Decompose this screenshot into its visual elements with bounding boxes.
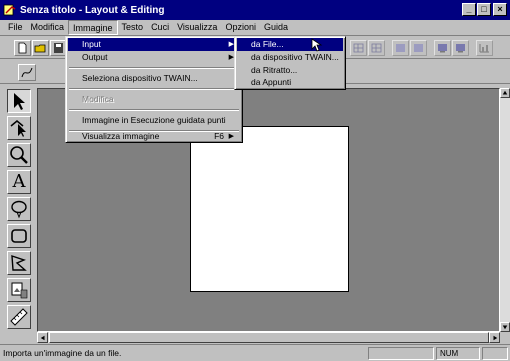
scroll-left-button[interactable]: [37, 332, 48, 343]
horizontal-scrollbar[interactable]: [37, 332, 500, 343]
toolbar-tool-1[interactable]: [350, 40, 367, 56]
arrow-down-icon: [502, 325, 508, 330]
curve-tool-button[interactable]: [18, 64, 36, 81]
node-edit-icon: [10, 120, 26, 137]
menu-separator: [69, 109, 239, 111]
menu-cuci[interactable]: Cuci: [147, 20, 173, 35]
monitor-icon: [438, 44, 447, 53]
menu-item-guided-points[interactable]: Immagine in Esecuzione guidata punti: [68, 114, 240, 127]
image-tool[interactable]: [7, 278, 31, 302]
arrow-left-icon: [40, 335, 44, 340]
menu-immagine[interactable]: Immagine: [68, 20, 118, 35]
curve-icon: [21, 67, 33, 78]
text-tool[interactable]: A: [7, 170, 31, 194]
toolbar-tool-3[interactable]: [392, 40, 409, 56]
window-title: Senza titolo - Layout & Editing: [20, 4, 165, 16]
menu-opzioni[interactable]: Opzioni: [221, 20, 260, 35]
zoom-icon: [10, 146, 28, 164]
menu-bar: File Modifica Immagine Testo Cuci Visual…: [0, 20, 510, 36]
menu-testo[interactable]: Testo: [118, 20, 148, 35]
rectangle-tool[interactable]: [7, 224, 31, 248]
app-icon: [3, 4, 16, 16]
menu-item-label: Output: [82, 52, 108, 62]
tool-palette: A: [7, 89, 35, 332]
menu-item-shortcut: F6: [214, 131, 224, 141]
menu-item-output[interactable]: Output ▶: [68, 51, 240, 64]
scroll-thumb[interactable]: [49, 332, 489, 343]
menu-modifica[interactable]: Modifica: [27, 20, 69, 35]
layout-icon: [396, 44, 405, 52]
menu-item-modifica: Modifica: [68, 93, 240, 106]
monitor-icon: [456, 44, 465, 53]
submenu-arrow-icon: ▶: [228, 133, 234, 140]
image-menu-dropdown: Input ▶ Output ▶ Seleziona dispositivo T…: [65, 36, 243, 143]
new-file-icon: [18, 42, 27, 54]
menu-item-label: Modifica: [82, 94, 114, 104]
scroll-right-button[interactable]: [489, 332, 500, 343]
toolbar-tool-5[interactable]: [434, 40, 451, 56]
menu-item-select-twain[interactable]: Seleziona dispositivo TWAIN...: [68, 72, 240, 85]
submenu-item-from-twain[interactable]: da dispositivo TWAIN...: [237, 51, 343, 64]
scroll-up-button[interactable]: [500, 88, 510, 98]
save-icon: [54, 43, 63, 53]
menu-item-label: Visualizza immagine: [82, 131, 160, 141]
toolbar-tool-6[interactable]: [452, 40, 469, 56]
menu-item-view-image[interactable]: Visualizza immagine F6 ▶: [68, 131, 240, 142]
ellipse-icon: [11, 200, 27, 219]
num-lock-indicator: NUM: [436, 347, 480, 360]
menu-item-label: da File...: [251, 39, 284, 49]
ruler-tool[interactable]: [7, 305, 31, 329]
submenu-item-from-file[interactable]: da File...: [237, 38, 343, 51]
node-edit-tool[interactable]: [7, 116, 31, 140]
menu-visualizza[interactable]: Visualizza: [173, 20, 221, 35]
status-panel-empty: [368, 347, 434, 360]
select-tool[interactable]: [7, 89, 31, 113]
toolbar-tool-4[interactable]: [410, 40, 427, 56]
menu-item-label: da dispositivo TWAIN...: [251, 52, 339, 62]
open-folder-icon: [34, 44, 46, 53]
select-arrow-icon: [14, 93, 25, 110]
menu-item-label: da Ritratto...: [251, 65, 298, 75]
ellipse-tool[interactable]: [7, 197, 31, 221]
grid-icon: [371, 43, 382, 53]
polygon-tool[interactable]: [7, 251, 31, 275]
toolbar-tool-2[interactable]: [368, 40, 385, 56]
maximize-button[interactable]: □: [477, 3, 491, 16]
status-message: Importa un'immagine da un file.: [3, 348, 122, 358]
menu-file[interactable]: File: [4, 20, 27, 35]
title-bar[interactable]: Senza titolo - Layout & Editing _ □ ×: [0, 0, 510, 20]
menu-item-label: Input: [82, 39, 101, 49]
document-page[interactable]: [190, 126, 349, 292]
status-bar: Importa un'immagine da un file. NUM: [0, 344, 510, 361]
minimize-button[interactable]: _: [462, 3, 476, 16]
menu-item-label: Immagine in Esecuzione guidata punti: [82, 115, 226, 125]
vertical-scrollbar[interactable]: [500, 88, 510, 332]
close-button[interactable]: ×: [493, 3, 507, 16]
menu-separator: [69, 88, 239, 90]
menu-separator: [69, 67, 239, 69]
open-file-button[interactable]: [32, 40, 49, 56]
scroll-down-button[interactable]: [500, 322, 510, 332]
polygon-icon: [11, 255, 27, 271]
menu-item-label: Seleziona dispositivo TWAIN...: [82, 73, 198, 83]
toolbar-tool-7[interactable]: [476, 40, 493, 56]
arrow-right-icon: [493, 335, 497, 340]
ruler-icon: [10, 308, 28, 326]
menu-item-input[interactable]: Input ▶: [68, 38, 240, 51]
input-submenu: da File... da dispositivo TWAIN... da Ri…: [234, 36, 346, 90]
grid-icon: [353, 43, 364, 53]
text-icon: A: [12, 171, 26, 192]
mouse-cursor-icon: [311, 38, 323, 52]
rectangle-icon: [11, 229, 27, 243]
submenu-item-from-clipboard[interactable]: da Appunti: [237, 76, 343, 89]
arrow-up-icon: [502, 90, 508, 95]
new-file-button[interactable]: [14, 40, 31, 56]
status-panel-last: [482, 347, 508, 360]
zoom-tool[interactable]: [7, 143, 31, 167]
layout-icon: [414, 44, 423, 52]
image-tool-icon: [11, 282, 28, 299]
menu-guida[interactable]: Guida: [260, 20, 292, 35]
menu-item-label: da Appunti: [251, 77, 292, 87]
chart-icon: [479, 44, 489, 53]
